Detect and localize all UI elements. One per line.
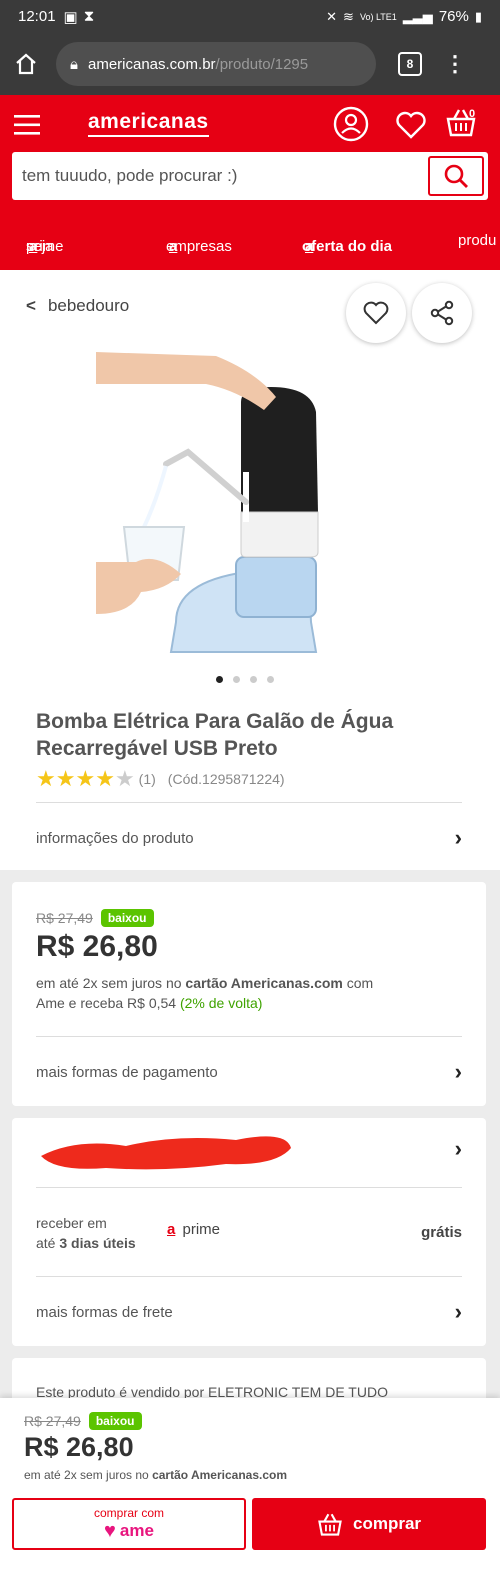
search-input[interactable]: tem tuuudo, pode procurar :): [22, 166, 237, 186]
heart-icon: [363, 301, 389, 325]
battery-icon: ▮: [474, 8, 482, 24]
url-domain: americanas.com.br: [87, 55, 216, 73]
hourglass-icon: ⧗: [83, 8, 95, 25]
search-button[interactable]: [428, 156, 484, 196]
status-time: 12:01: [18, 8, 56, 25]
prime-label: a prime: [167, 1221, 221, 1238]
nav-link-produtos[interactable]: produ: [458, 232, 496, 249]
wifi-icon: ≋: [343, 8, 354, 24]
ame-brand-label: ame: [119, 1521, 154, 1540]
signal-label: Vo) LTE1: [359, 11, 397, 22]
price-old-row: R$ 27,49 baixou: [36, 909, 154, 927]
current-price: R$ 26,80: [36, 930, 158, 963]
tab-switcher-button[interactable]: 8: [398, 52, 422, 76]
browser-toolbar: 🔒︎ americanas.com.br/produto/1295 8 ⋮: [0, 33, 500, 95]
bottom-old-price-row: R$ 27,49 baixou: [24, 1412, 142, 1430]
shipping-cost: grátis: [421, 1224, 462, 1241]
star-empty-icon: ★: [114, 766, 135, 791]
delivery-estimate: receber em até 3 dias úteis: [36, 1215, 136, 1251]
chevron-right-icon: ›: [454, 1059, 462, 1084]
product-code: (Cód.1295871224): [167, 771, 285, 787]
home-icon[interactable]: [14, 52, 38, 76]
more-shipping-link[interactable]: mais formas de frete ›: [36, 1292, 462, 1332]
nav-links: seja a prime a empresas a oferta do dia p…: [26, 232, 497, 255]
basket-icon: [318, 1513, 342, 1536]
breadcrumb[interactable]: < bebedouro: [26, 296, 129, 316]
more-payment-link[interactable]: mais formas de pagamento ›: [36, 1052, 462, 1092]
a-logo-mark: a: [167, 1221, 176, 1238]
bottom-installments: em até 2x sem juros no cartão Americanas…: [24, 1468, 288, 1482]
cart-button[interactable]: 0: [445, 106, 485, 142]
product-info-link[interactable]: informações do produto ›: [36, 818, 462, 858]
product-title: Bomba Elétrica Para Galão de Água Recarr…: [36, 710, 394, 760]
hamburger-menu-icon[interactable]: [14, 113, 42, 137]
product-info-label: informações do produto: [36, 829, 194, 847]
ame-heart-icon: ♥: [104, 1520, 116, 1542]
favorite-button[interactable]: [346, 283, 406, 343]
favorites-heart-icon[interactable]: [395, 111, 427, 139]
battery-level: 76%: [438, 8, 469, 25]
mute-icon: ✕: [326, 8, 338, 24]
old-price: R$ 27,49: [36, 910, 93, 926]
account-icon[interactable]: [333, 106, 369, 142]
bottom-price: R$ 26,80: [24, 1432, 134, 1462]
signal-icon: ▂▃▅: [402, 8, 433, 24]
share-icon: [430, 300, 454, 326]
divider: [36, 802, 462, 803]
gallery-icon: ▣: [63, 8, 78, 26]
star-icon: ★: [36, 766, 56, 791]
price-drop-badge: baixou: [100, 909, 154, 927]
address-bar[interactable]: 🔒︎ americanas.com.br/produto/1295: [56, 42, 376, 86]
rating-count: (1): [138, 771, 156, 787]
more-shipping-label: mais formas de frete: [36, 1303, 173, 1321]
lock-icon: 🔒︎: [70, 55, 78, 73]
star-icon: ★: [55, 766, 76, 791]
buy-with-ame-button[interactable]: comprar com ♥ ame: [12, 1498, 246, 1550]
divider: [36, 1276, 462, 1277]
buy-button[interactable]: comprar: [252, 1498, 486, 1550]
chevron-right-icon: ›: [454, 1299, 462, 1324]
carousel-dot[interactable]: [250, 676, 257, 683]
cart-count: 0: [469, 108, 476, 120]
divider: [36, 1036, 462, 1037]
bottom-old-price: R$ 27,49: [24, 1413, 81, 1429]
chevron-left-icon: <: [26, 296, 36, 315]
site-logo[interactable]: americanas: [88, 110, 209, 137]
carousel-dot-active[interactable]: [216, 676, 223, 683]
ame-button-top-label: comprar com: [93, 1506, 164, 1520]
postal-code-row[interactable]: ›: [36, 1126, 462, 1176]
chevron-right-icon: ›: [454, 825, 462, 850]
star-icon: ★: [95, 766, 115, 791]
installments-text: em até 2x sem juros no cartão Americanas…: [36, 975, 374, 1011]
divider: [36, 1187, 462, 1188]
browser-menu-icon[interactable]: ⋮: [444, 53, 466, 75]
search-bar: tem tuuudo, pode procurar :): [12, 152, 488, 200]
cashback-percent: (2% de volta): [179, 995, 263, 1011]
redacted-scribble: [41, 1136, 291, 1170]
carousel-dots: [216, 676, 274, 683]
star-icon: ★: [75, 766, 96, 791]
url-path: /produto/1295: [215, 55, 309, 73]
share-button[interactable]: [412, 283, 472, 343]
rating-row[interactable]: ★ ★ ★ ★ ★ (1) (Cód.1295871224): [36, 768, 285, 790]
chevron-right-icon: ›: [454, 1136, 462, 1161]
search-icon: [444, 164, 468, 188]
buy-button-label: comprar: [352, 1514, 422, 1533]
bottom-price-drop-badge: baixou: [88, 1412, 142, 1430]
product-image[interactable]: [96, 352, 386, 657]
carousel-dot[interactable]: [267, 676, 274, 683]
status-bar: 12:01 ▣ ⧗ ✕ ≋ Vo) LTE1 ▂▃▅ 76% ▮: [0, 0, 500, 33]
breadcrumb-label: bebedouro: [47, 296, 130, 315]
carousel-dot[interactable]: [233, 676, 240, 683]
more-payment-label: mais formas de pagamento: [36, 1063, 218, 1081]
